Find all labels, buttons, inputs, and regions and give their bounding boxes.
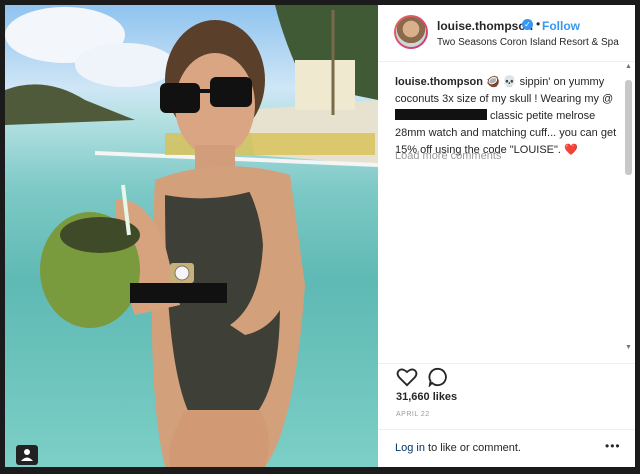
scroll-down-arrow-icon[interactable]: ▼	[625, 344, 632, 351]
load-more-comments[interactable]: Load more comments	[395, 150, 501, 162]
post-caption: louise.thompson 🥥 💀 sippin' on yummy coc…	[395, 74, 617, 159]
avatar[interactable]	[394, 15, 428, 49]
login-prompt: Log in to like or comment.	[395, 442, 521, 454]
photo-illustration	[5, 5, 378, 467]
username-link[interactable]: louise.thompson	[437, 19, 533, 33]
redacted-mention	[395, 109, 487, 120]
post-details-panel: louise.thompson ✓ • Follow Two Seasons C…	[378, 5, 635, 467]
verified-badge-icon: ✓	[522, 19, 533, 30]
caption-username[interactable]: louise.thompson	[395, 76, 483, 88]
login-link[interactable]: Log in	[395, 442, 425, 454]
user-tag-icon[interactable]	[16, 445, 38, 465]
bottom-divider	[378, 429, 635, 430]
heart-icon[interactable]	[396, 367, 418, 392]
more-options-icon[interactable]: •••	[605, 439, 621, 453]
login-prompt-text: to like or comment.	[424, 442, 521, 454]
post-date: APRIL 22	[396, 411, 430, 418]
post-photo[interactable]	[5, 5, 378, 467]
location-link[interactable]: Two Seasons Coron Island Resort & Spa	[437, 37, 619, 48]
comment-icon[interactable]	[428, 367, 448, 392]
separator-dot: •	[536, 17, 541, 31]
post-header: louise.thompson ✓ • Follow Two Seasons C…	[378, 5, 635, 62]
scroll-up-arrow-icon[interactable]: ▲	[625, 63, 632, 70]
scrollbar-thumb[interactable]	[625, 80, 632, 175]
actions-divider	[378, 363, 635, 364]
follow-button[interactable]: Follow	[542, 19, 580, 33]
likes-count[interactable]: 31,660 likes	[396, 391, 457, 403]
